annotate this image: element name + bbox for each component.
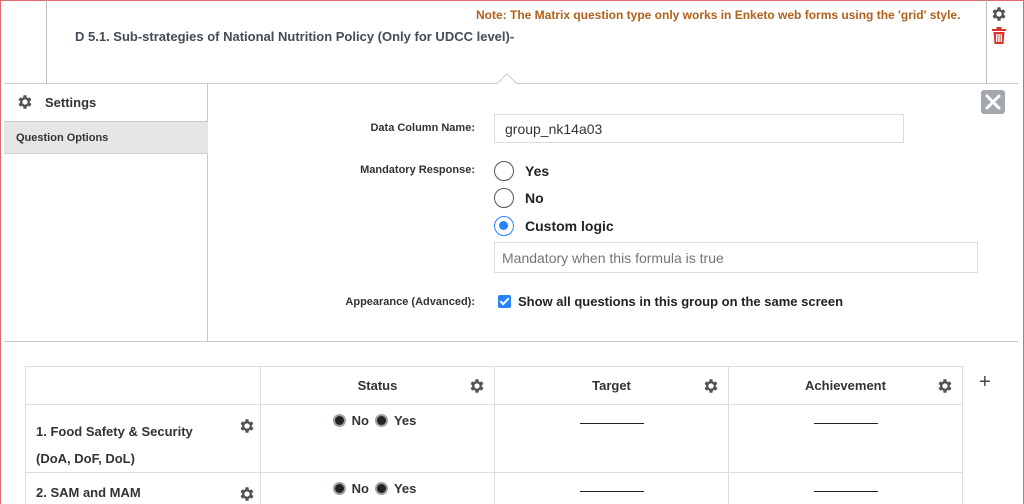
blank-line xyxy=(579,491,644,492)
row-label: 1. Food Safety & Security (DoA, DoF, DoL… xyxy=(36,424,193,466)
close-icon[interactable] xyxy=(981,90,1005,114)
column-header-label: Target xyxy=(592,378,631,393)
gear-icon[interactable] xyxy=(238,485,256,503)
target-cell[interactable] xyxy=(494,404,729,473)
matrix-table: Status Target Achievement 1. Food Safety… xyxy=(25,366,963,504)
radio-no[interactable] xyxy=(332,482,346,495)
sidebar-header: Settings xyxy=(4,84,208,122)
trash-icon[interactable] xyxy=(991,27,1007,44)
radio-no-label: No xyxy=(525,190,544,206)
data-column-label: Data Column Name: xyxy=(370,122,475,134)
gear-icon[interactable] xyxy=(702,377,720,395)
data-column-input[interactable] xyxy=(494,114,904,143)
gear-icon[interactable] xyxy=(936,377,954,395)
column-header-achievement[interactable]: Achievement xyxy=(728,366,963,405)
custom-logic-input[interactable] xyxy=(494,242,978,273)
header-divider-left xyxy=(46,0,47,84)
row-header-food-safety[interactable]: 1. Food Safety & Security (DoA, DoF, DoL… xyxy=(25,404,261,473)
gear-icon[interactable] xyxy=(468,377,486,395)
option-label-yes: Yes xyxy=(393,413,417,428)
row-header-sam-mam[interactable]: 2. SAM and MAM xyxy=(25,472,261,504)
option-label-yes: Yes xyxy=(393,481,417,496)
column-header-target[interactable]: Target xyxy=(494,366,729,405)
option-label-no: No xyxy=(351,413,369,428)
settings-sidebar: Settings Question Options xyxy=(4,84,208,342)
appearance-option[interactable]: Show all questions in this group on the … xyxy=(498,294,843,309)
radio-yes-label: Yes xyxy=(525,163,550,179)
option-label-no: No xyxy=(351,481,369,496)
column-header-label: Status xyxy=(357,378,398,393)
question-title[interactable]: D 5.1. Sub-strategies of National Nutrit… xyxy=(75,29,514,44)
mandatory-option-no[interactable]: No xyxy=(494,188,544,208)
appearance-checkbox[interactable] xyxy=(498,295,511,308)
matrix-note: Note: The Matrix question type only work… xyxy=(476,8,961,22)
gear-icon[interactable] xyxy=(238,417,256,435)
column-header-label: Achievement xyxy=(805,378,886,393)
mandatory-option-custom[interactable]: Custom logic xyxy=(494,216,614,236)
table-row: 2. SAM and MAM No Yes xyxy=(25,472,963,504)
sidebar-item-label: Question Options xyxy=(16,132,109,144)
header-divider-right xyxy=(986,0,987,84)
achievement-cell[interactable] xyxy=(728,472,963,504)
blank-line xyxy=(813,423,878,424)
matrix-corner-cell xyxy=(25,366,261,405)
gear-icon[interactable] xyxy=(990,5,1008,23)
appearance-label: Appearance (Advanced): xyxy=(345,296,475,308)
radio-yes[interactable] xyxy=(374,482,388,495)
settings-panel: Settings Question Options Data Column Na… xyxy=(4,84,1018,342)
add-column-button[interactable]: + xyxy=(979,371,991,394)
target-cell[interactable] xyxy=(494,472,729,504)
status-cell: No Yes xyxy=(260,472,495,504)
matrix-header-row: Status Target Achievement xyxy=(25,366,963,405)
achievement-cell[interactable] xyxy=(728,404,963,473)
mandatory-label: Mandatory Response: xyxy=(360,164,475,176)
gear-icon xyxy=(18,95,32,109)
radio-no[interactable] xyxy=(332,414,346,427)
radio-yes[interactable] xyxy=(374,414,388,427)
appearance-checkbox-label: Show all questions in this group on the … xyxy=(518,294,844,309)
sidebar-header-label: Settings xyxy=(45,95,97,110)
row-label: 2. SAM and MAM xyxy=(36,485,141,500)
status-cell: No Yes xyxy=(260,404,495,473)
table-row: 1. Food Safety & Security (DoA, DoF, DoL… xyxy=(25,404,963,473)
radio-custom-logic[interactable] xyxy=(494,216,514,236)
blank-line xyxy=(813,491,878,492)
blank-line xyxy=(579,423,644,424)
radio-no[interactable] xyxy=(494,188,514,208)
column-header-status[interactable]: Status xyxy=(260,366,495,405)
sidebar-item-question-options[interactable]: Question Options xyxy=(4,122,208,154)
radio-yes[interactable] xyxy=(494,161,514,181)
radio-custom-logic-label: Custom logic xyxy=(525,218,614,234)
mandatory-option-yes[interactable]: Yes xyxy=(494,161,549,181)
